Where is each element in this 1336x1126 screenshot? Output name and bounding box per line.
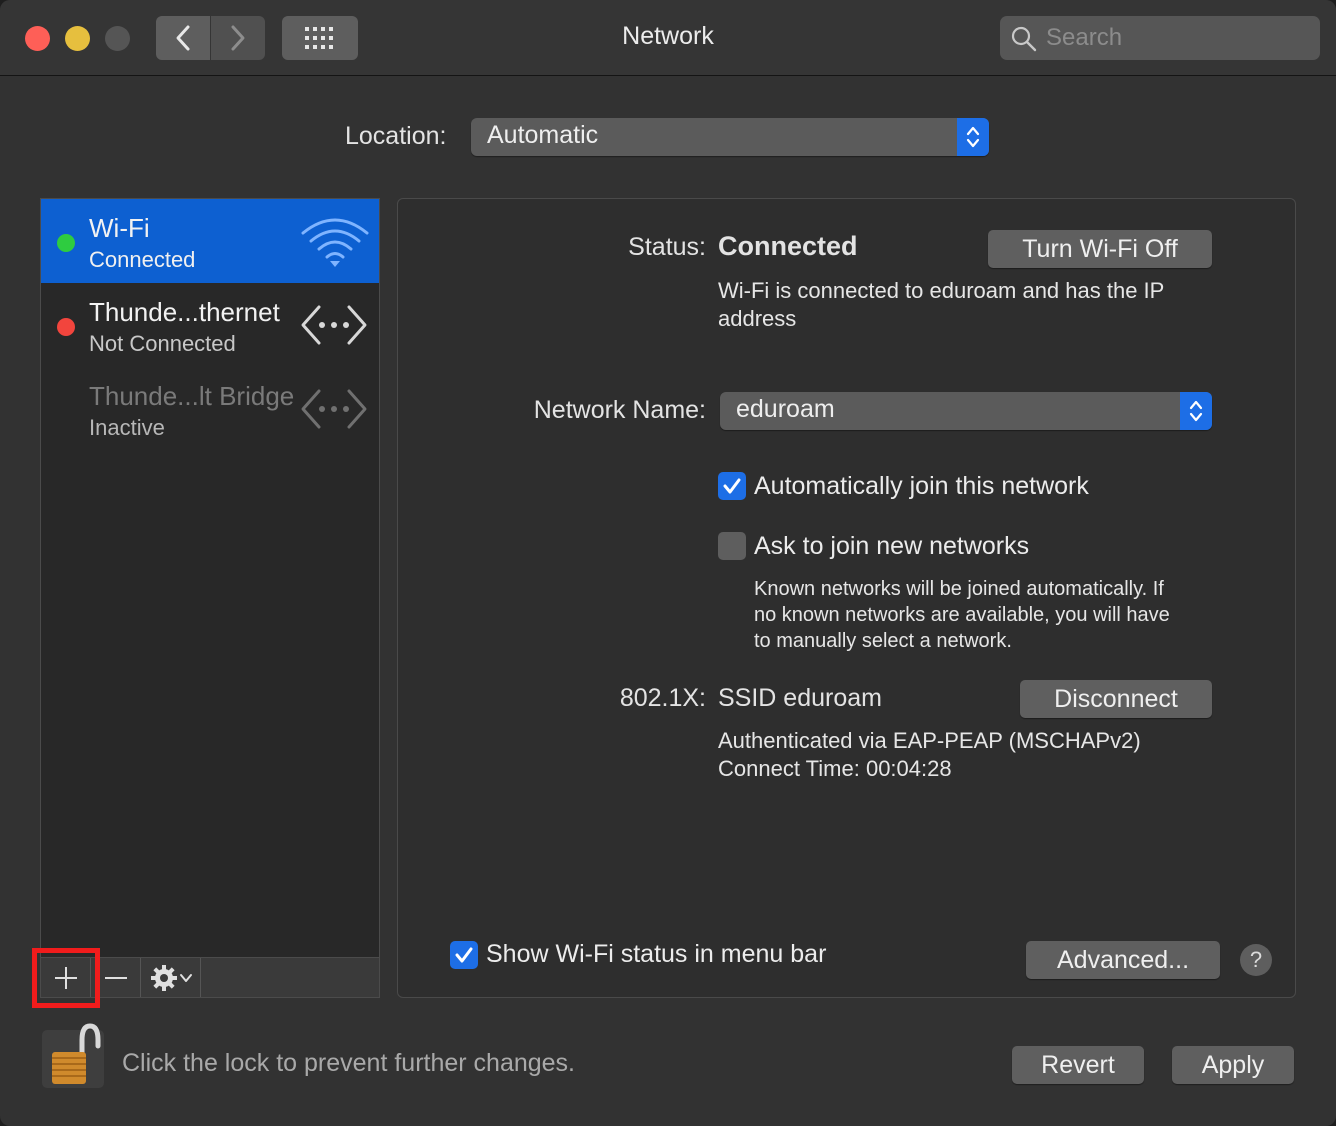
ask-join-checkbox[interactable] xyxy=(718,532,746,560)
location-popup[interactable]: Automatic xyxy=(471,118,989,156)
chevron-down-icon xyxy=(179,973,192,982)
ask-join-description-line-3: to manually select a network. xyxy=(754,630,1012,652)
ask-join-description-line-2: no known networks are available, you wil… xyxy=(754,604,1170,626)
checkmark-icon xyxy=(723,478,741,494)
lock-message: Click the lock to prevent further change… xyxy=(122,1049,576,1077)
up-down-chevron-icon xyxy=(1189,400,1203,422)
search-input[interactable] xyxy=(1046,16,1306,60)
network-preferences-window: Network Location: Automatic Wi-Fi Connec… xyxy=(0,0,1336,1126)
service-actions-menu[interactable] xyxy=(141,958,201,997)
service-status: Connected xyxy=(89,247,196,272)
disconnect-button[interactable]: Disconnect xyxy=(1020,680,1212,718)
location-label: Location: xyxy=(345,122,447,150)
gear-icon xyxy=(150,964,177,991)
network-name-stepper xyxy=(1180,392,1212,430)
service-item-wifi[interactable]: Wi-Fi Connected xyxy=(41,199,379,283)
dot1x-value: SSID eduroam xyxy=(718,684,882,712)
minus-icon xyxy=(104,976,127,979)
ask-join-description-line-1: Known networks will be joined automatica… xyxy=(754,578,1164,600)
lock-icon[interactable] xyxy=(40,1020,110,1095)
titlebar: Network xyxy=(0,0,1336,76)
connect-time-line: Connect Time: 00:04:28 xyxy=(718,756,952,781)
auto-join-label[interactable]: Automatically join this network xyxy=(754,472,1089,501)
dot1x-label: 802.1X: xyxy=(619,684,706,712)
apply-button[interactable]: Apply xyxy=(1172,1046,1294,1084)
status-description-line-2: address xyxy=(718,306,797,331)
status-value: Connected xyxy=(718,231,858,261)
search-icon xyxy=(1011,26,1037,52)
status-dot xyxy=(57,318,75,336)
service-status: Inactive xyxy=(89,415,165,440)
up-down-chevron-icon xyxy=(966,126,980,148)
search-field[interactable] xyxy=(1000,16,1320,60)
ethernet-arrows-icon xyxy=(301,305,367,345)
turn-wifi-off-button[interactable]: Turn Wi-Fi Off xyxy=(988,230,1212,268)
help-button[interactable]: ? xyxy=(1240,944,1272,976)
show-status-checkbox[interactable] xyxy=(450,941,478,969)
show-status-label[interactable]: Show Wi-Fi status in menu bar xyxy=(486,940,826,969)
status-dot xyxy=(57,234,75,252)
location-value: Automatic xyxy=(487,121,599,149)
highlight-box xyxy=(32,948,100,1008)
location-stepper xyxy=(957,118,989,156)
network-name-label: Network Name: xyxy=(533,396,706,424)
advanced-button[interactable]: Advanced... xyxy=(1026,941,1220,979)
ethernet-arrows-icon xyxy=(301,389,367,429)
network-name-value: eduroam xyxy=(736,395,835,423)
status-label: Status: xyxy=(628,233,706,261)
service-name: Thunde...thernet xyxy=(89,297,280,327)
auto-join-checkbox[interactable] xyxy=(718,472,746,500)
service-item-thunderbolt-ethernet[interactable]: Thunde...thernet Not Connected xyxy=(41,283,379,367)
service-list: Wi-Fi Connected Thunde...thernet Not Con… xyxy=(40,198,380,958)
checkmark-icon xyxy=(455,947,473,963)
network-name-popup[interactable]: eduroam xyxy=(720,392,1212,430)
service-name: Thunde...lt Bridge xyxy=(89,381,295,411)
service-name: Wi-Fi xyxy=(89,213,150,243)
auth-line: Authenticated via EAP-PEAP (MSCHAPv2) xyxy=(718,728,1141,753)
wifi-icon xyxy=(301,218,369,267)
ask-join-label[interactable]: Ask to join new networks xyxy=(754,532,1029,561)
status-description-line-1: Wi-Fi is connected to eduroam and has th… xyxy=(718,278,1165,303)
revert-button[interactable]: Revert xyxy=(1012,1046,1144,1084)
service-status: Not Connected xyxy=(89,331,236,356)
service-item-thunderbolt-bridge[interactable]: Thunde...lt Bridge Inactive xyxy=(41,367,379,451)
